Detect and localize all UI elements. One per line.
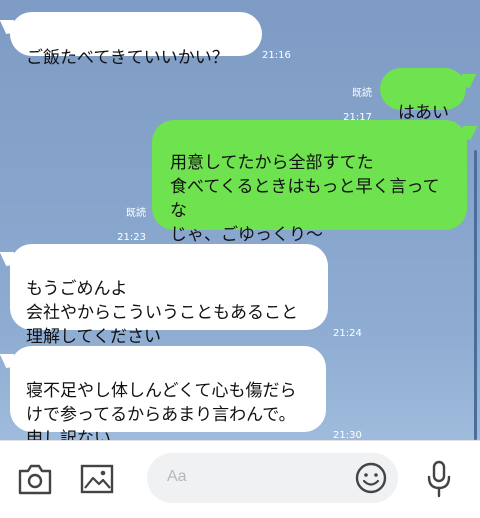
message-incoming[interactable]: ご飯たべてきていいかい？ <box>10 12 262 68</box>
message-time: 21:23 <box>117 232 146 243</box>
message-meta: 21:30 <box>333 418 363 442</box>
message-meta: 21:16 <box>262 38 292 62</box>
message-outgoing[interactable]: 用意してたから全部すてた 食べてくるときはもっと早く言って な じゃ、ごゆっくり… <box>152 120 467 245</box>
image-icon[interactable] <box>79 463 115 495</box>
message-toolbar: Aa <box>0 440 480 518</box>
message-text: ご飯たべてきていいかい？ <box>26 48 229 68</box>
message-incoming[interactable]: 寝不足やし体しんどくて心も傷だら けで参ってるからあまり言わんで。 申し訳ない <box>10 346 326 449</box>
message-time: 21:24 <box>333 328 362 339</box>
scrollbar[interactable] <box>474 150 477 440</box>
message-text: 寝不足やし体しんどくて心も傷だら けで参ってるからあまり言わんで。 申し訳ない <box>26 381 297 449</box>
message-text: 用意してたから全部すてた 食べてくるときはもっと早く言って な じゃ、ごゆっくり… <box>170 153 440 245</box>
message-outgoing[interactable]: はあい <box>380 68 466 123</box>
message-meta: 21:24 <box>333 316 363 340</box>
message-input[interactable]: Aa <box>147 453 398 503</box>
message-time: 21:16 <box>262 50 291 61</box>
read-receipt: 既読 <box>126 208 146 219</box>
message-incoming[interactable]: もうごめんよ 会社やからこういうこともあること 理解してください <box>10 244 328 347</box>
input-placeholder: Aa <box>167 468 187 485</box>
message-text: もうごめんよ 会社やからこういうこともあること 理解してください <box>26 279 298 347</box>
camera-icon[interactable] <box>16 463 54 497</box>
microphone-icon[interactable] <box>423 459 455 499</box>
emoji-icon[interactable] <box>354 461 388 495</box>
chat-area: ご飯たべてきていいかい？ 21:16 既読 21:17 はあい 既読 21:23… <box>0 0 480 449</box>
read-receipt: 既読 <box>352 88 372 99</box>
